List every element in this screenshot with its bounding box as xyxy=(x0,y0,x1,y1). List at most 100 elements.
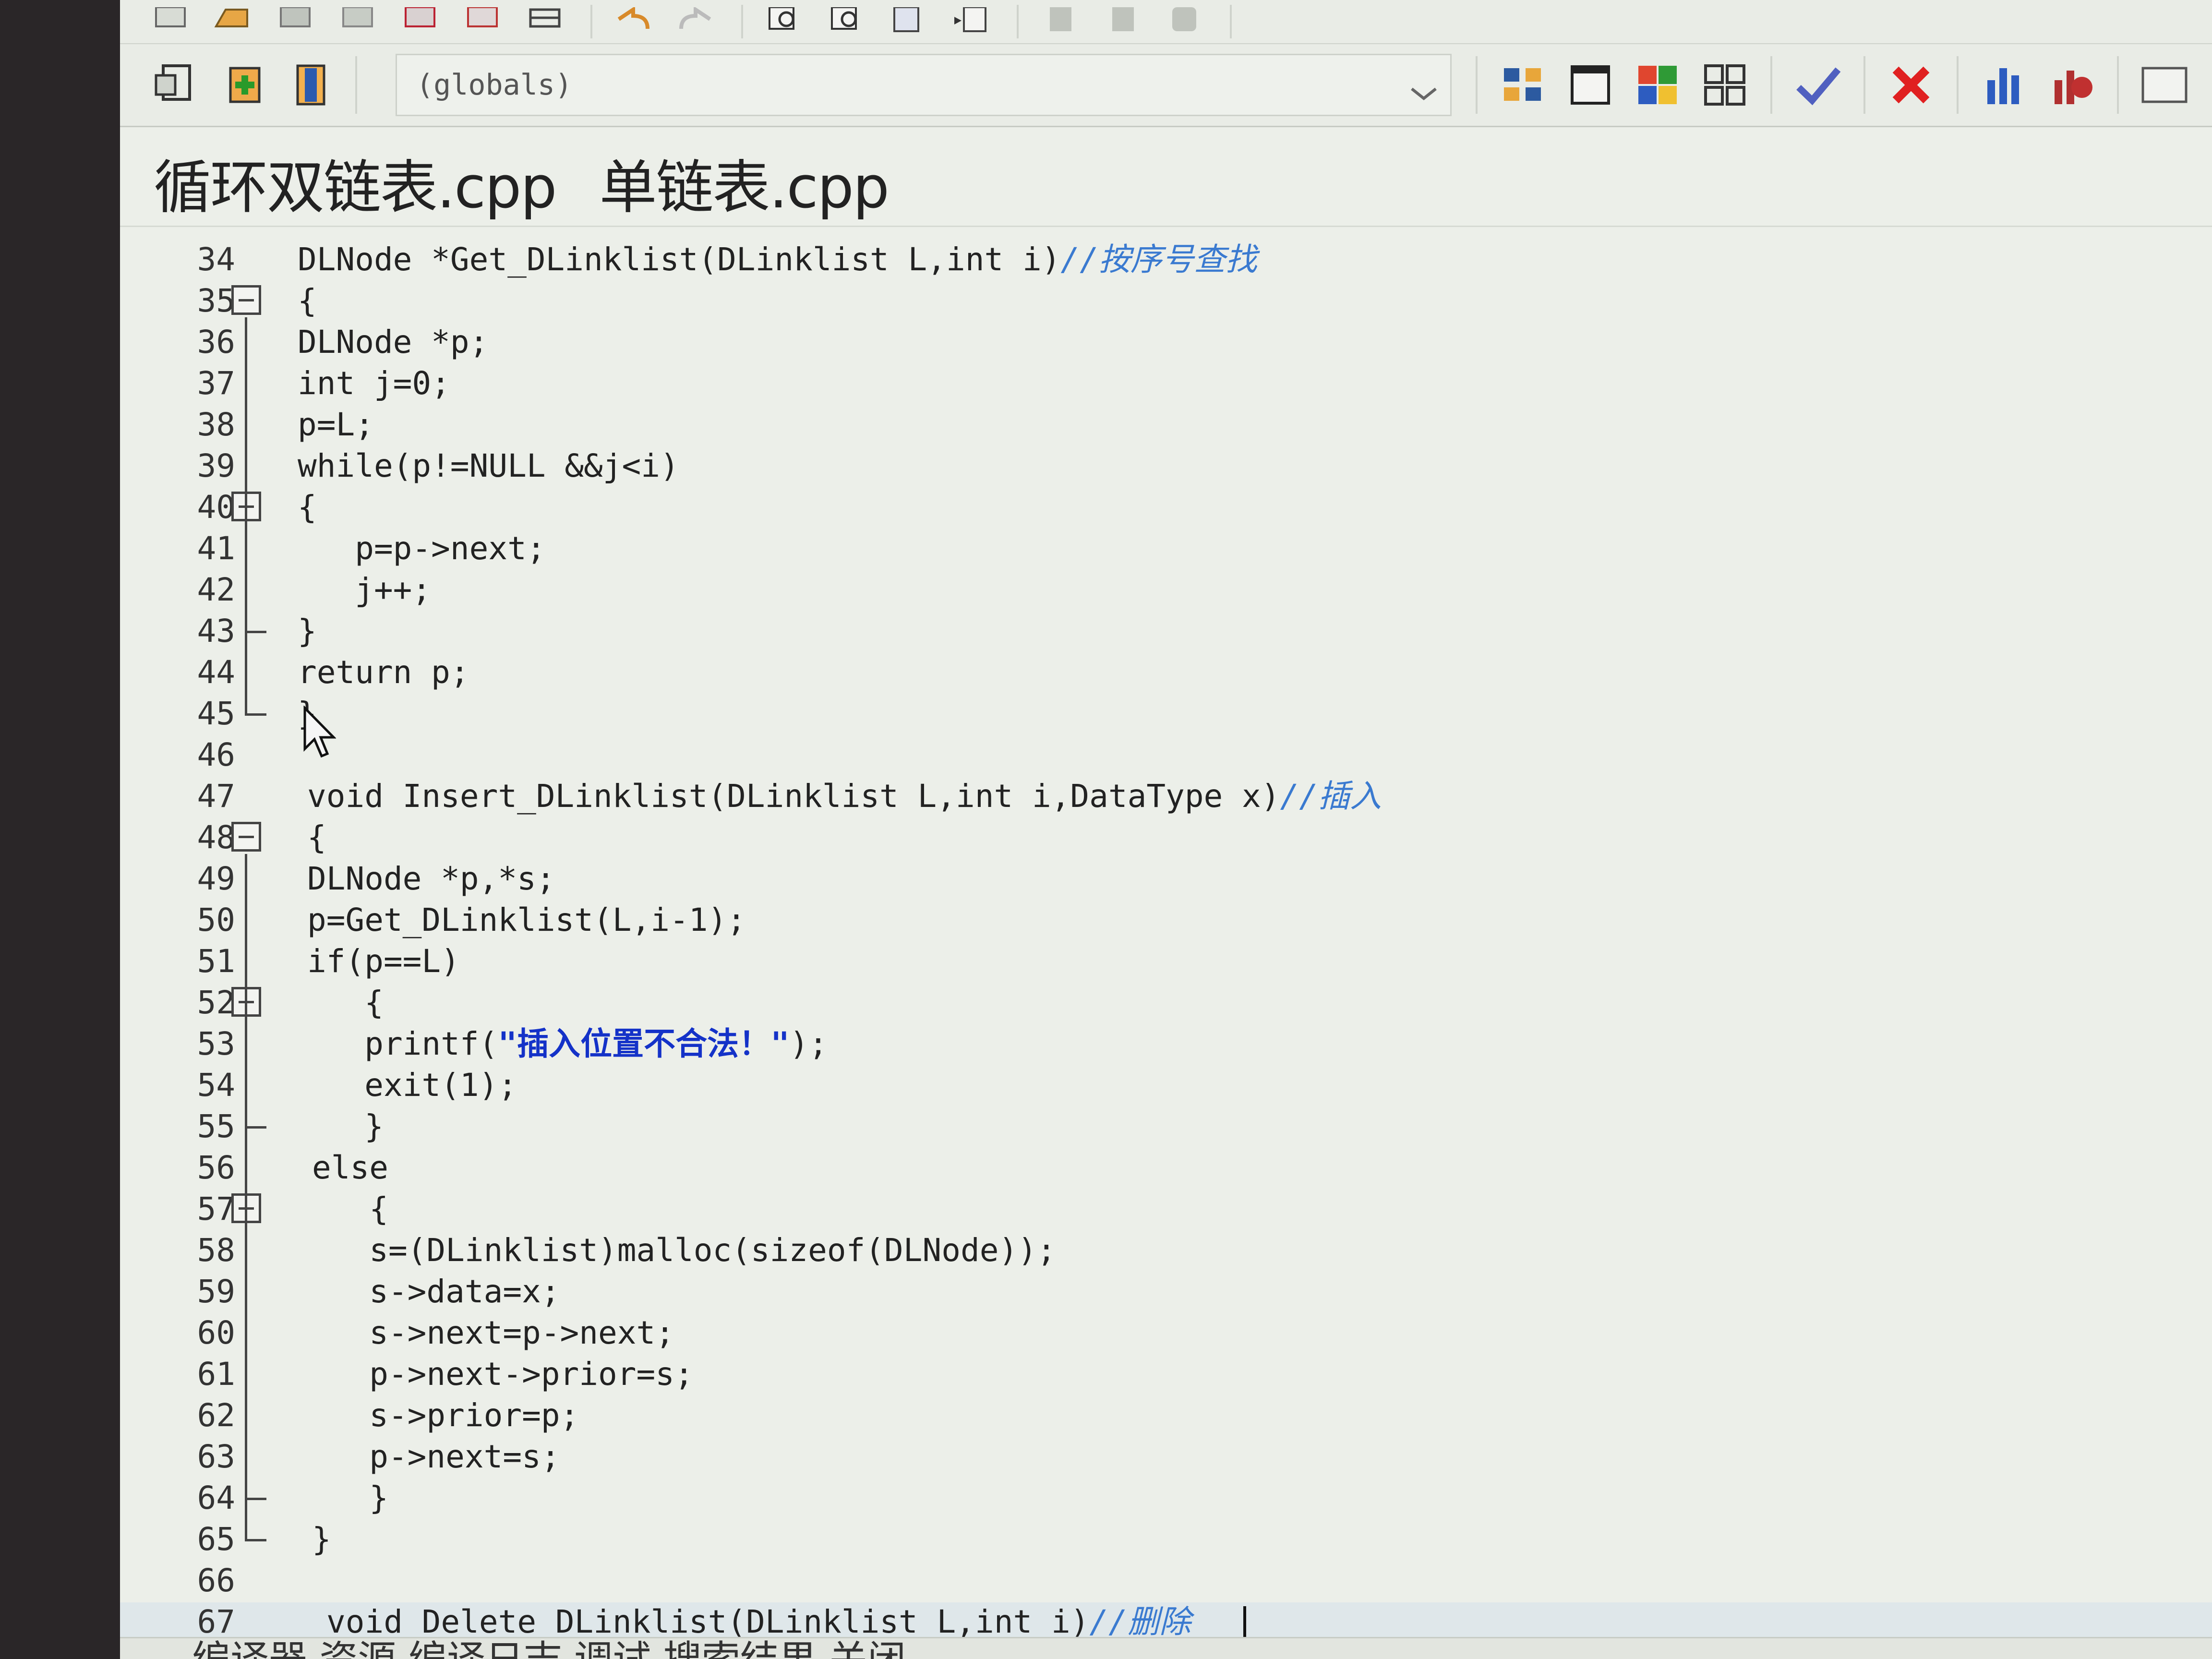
code-content: void Delete_DLinklist(DLinklist L,int i) xyxy=(326,1603,1090,1640)
code-line[interactable]: 44 return p; xyxy=(120,653,2212,692)
tab-singly-linked-list[interactable]: 单链表.cpp xyxy=(599,141,889,224)
file-tabs: 循环双链表.cpp 单链表.cpp xyxy=(154,130,932,235)
code-content: s->data=x; xyxy=(312,1273,560,1310)
code-line[interactable]: 54 exit(1); xyxy=(120,1066,2212,1105)
code-line[interactable]: 39 while(p!=NULL &&j<i) xyxy=(120,446,2212,486)
bookmark-prev-icon[interactable] xyxy=(1038,5,1081,38)
code-line[interactable]: 40 { xyxy=(120,488,2212,527)
tab-circular-doubly-linked-list[interactable]: 循环双链表.cpp xyxy=(154,141,557,224)
code-line[interactable]: 52 { xyxy=(120,983,2212,1022)
code-line[interactable]: 55 } xyxy=(120,1107,2212,1146)
code-line[interactable]: 47 void Insert_DLinklist(DLinklist L,int … xyxy=(120,777,2212,816)
code-text: p=p->next; xyxy=(298,529,545,568)
line-number: 49 xyxy=(197,860,235,897)
code-line[interactable]: 62 s->prior=p; xyxy=(120,1396,2212,1435)
line-number: 66 xyxy=(197,1562,235,1599)
code-text: s->next=p->next; xyxy=(312,1313,674,1353)
code-text: void Delete_DLinklist(DLinklist L,int i)… xyxy=(326,1602,1191,1642)
code-line[interactable]: 59 s->data=x; xyxy=(120,1272,2212,1311)
compile-icon[interactable] xyxy=(1497,59,1550,111)
add-icon[interactable] xyxy=(216,59,269,111)
new-file-icon[interactable] xyxy=(149,5,192,38)
code-line[interactable]: 41 p=p->next; xyxy=(120,529,2212,568)
code-text: } xyxy=(298,612,317,651)
unindent-icon[interactable] xyxy=(950,5,993,38)
code-line[interactable]: 51 if(p==L) xyxy=(120,942,2212,981)
code-content: { xyxy=(307,984,384,1021)
code-line[interactable]: 45} xyxy=(120,694,2212,733)
remove-icon[interactable] xyxy=(283,59,336,111)
line-number: 42 xyxy=(197,571,235,608)
code-content: } xyxy=(312,1479,388,1516)
bookmark-next-icon[interactable] xyxy=(1100,5,1143,38)
code-line[interactable]: 64 } xyxy=(120,1479,2212,1518)
code-line[interactable]: 46 xyxy=(120,735,2212,775)
code-content: DLNode *p; xyxy=(298,324,489,361)
redo-icon[interactable] xyxy=(674,5,717,38)
chevron-down-icon[interactable] xyxy=(1407,70,1441,105)
code-line[interactable]: 34 DLNode *Get_DLinklist(DLinklist L,int … xyxy=(120,240,2212,279)
code-content: s->prior=p; xyxy=(312,1397,579,1434)
code-text: { xyxy=(298,281,317,321)
line-number: 37 xyxy=(197,365,235,402)
mouse-pointer-icon xyxy=(303,706,336,758)
undo-icon[interactable] xyxy=(612,5,655,38)
code-text: DLNode *p,*s; xyxy=(307,859,555,899)
code-line[interactable]: 50 p=Get_DLinklist(L,i-1); xyxy=(120,901,2212,940)
code-line[interactable]: 67 void Delete_DLinklist(DLinklist L,int … xyxy=(120,1602,2212,1642)
code-line[interactable]: 56 else xyxy=(120,1148,2212,1188)
code-content: while(p!=NULL &&j<i) xyxy=(298,447,679,484)
code-line[interactable]: 48 { xyxy=(120,818,2212,857)
code-text: else xyxy=(312,1148,388,1188)
todo-icon[interactable] xyxy=(2138,59,2191,111)
code-content: int j=0; xyxy=(298,365,450,402)
bookmark-toggle-icon[interactable] xyxy=(1163,5,1206,38)
code-line[interactable]: 65} xyxy=(120,1520,2212,1559)
code-content: s=(DLinklist)malloc(sizeof(DLNode)); xyxy=(312,1232,1056,1269)
list-icon[interactable] xyxy=(523,5,566,38)
code-line[interactable]: 57 { xyxy=(120,1190,2212,1229)
code-line[interactable]: 38 p=L; xyxy=(120,405,2212,445)
close-file-icon[interactable] xyxy=(398,5,442,38)
code-line[interactable]: 36 DLNode *p; xyxy=(120,323,2212,362)
line-number: 58 xyxy=(197,1232,235,1269)
code-line[interactable]: 37 int j=0; xyxy=(120,364,2212,403)
class-browser-icon[interactable] xyxy=(149,59,202,111)
code-content: printf( xyxy=(307,1025,498,1062)
fold-end-tick xyxy=(245,713,266,716)
save-icon[interactable] xyxy=(274,5,317,38)
scope-combo[interactable]: (globals) xyxy=(396,54,1452,116)
indent-icon[interactable] xyxy=(887,5,930,38)
fold-toggle-icon[interactable] xyxy=(231,822,261,852)
code-line[interactable]: 60 s->next=p->next; xyxy=(120,1313,2212,1353)
code-line[interactable]: 35 { xyxy=(120,281,2212,321)
replace-icon[interactable] xyxy=(825,5,868,38)
code-line[interactable]: 66 xyxy=(120,1561,2212,1600)
line-number: 63 xyxy=(197,1438,235,1475)
debug-icon[interactable] xyxy=(2045,59,2098,111)
open-file-icon[interactable] xyxy=(211,5,254,38)
code-line[interactable]: 58 s=(DLinklist)malloc(sizeof(DLNode)); xyxy=(120,1231,2212,1270)
profile-chart-icon[interactable] xyxy=(1978,59,2031,111)
code-line[interactable]: 53 printf("插入位置不合法！"); xyxy=(120,1024,2212,1064)
code-editor[interactable]: 34 DLNode *Get_DLinklist(DLinklist L,int … xyxy=(120,240,2212,1642)
ide-window: (globals) 循环双链表.cpp 单链表.cpp 34 DLNode *Ge… xyxy=(120,0,2212,1659)
check-icon[interactable] xyxy=(1791,59,1844,111)
code-line[interactable]: 42 j++; xyxy=(120,570,2212,610)
print-icon[interactable] xyxy=(461,5,504,38)
main-toolbar xyxy=(120,0,2212,44)
fold-guide xyxy=(245,524,247,631)
run-icon[interactable] xyxy=(1564,59,1617,111)
compile-run-icon[interactable] xyxy=(1631,59,1684,111)
fold-toggle-icon[interactable] xyxy=(231,285,261,315)
code-line[interactable]: 63 p->next=s; xyxy=(120,1437,2212,1477)
stop-icon[interactable] xyxy=(1885,59,1937,111)
rebuild-icon[interactable] xyxy=(1698,59,1751,111)
code-line[interactable]: 49 DLNode *p,*s; xyxy=(120,859,2212,899)
code-line[interactable]: 43} xyxy=(120,612,2212,651)
save-all-icon[interactable] xyxy=(336,5,379,38)
find-icon[interactable] xyxy=(762,5,805,38)
line-number: 60 xyxy=(197,1314,235,1351)
code-content: } xyxy=(307,1108,384,1145)
code-line[interactable]: 61 p->next->prior=s; xyxy=(120,1355,2212,1394)
